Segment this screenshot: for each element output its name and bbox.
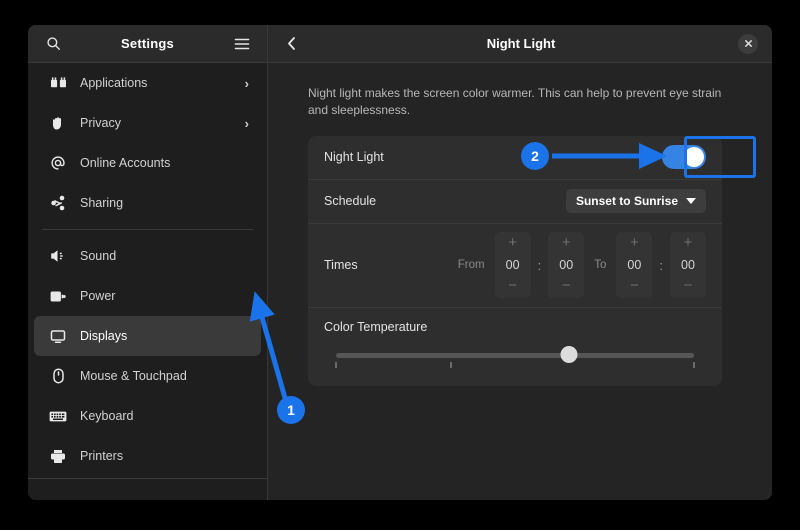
minus-icon[interactable]: −: [684, 278, 693, 295]
sidebar-footer: [28, 478, 267, 500]
content-pane: Night Light Night light makes the screen…: [268, 25, 772, 500]
sidebar-header: Settings: [28, 25, 267, 63]
annotation-badge-2: 2: [521, 142, 549, 170]
plus-icon[interactable]: +: [508, 235, 517, 252]
sidebar-title: Settings: [121, 36, 174, 51]
sidebar-item-label: Printers: [80, 449, 124, 463]
from-minutes-stepper[interactable]: + 00 −: [548, 232, 585, 299]
from-label: From: [457, 259, 485, 272]
settings-window: Settings Applications › Privacy › Online…: [28, 25, 772, 500]
from-hours-stepper[interactable]: + 00 −: [494, 232, 531, 299]
color-temperature-label: Color Temperature: [324, 319, 428, 334]
plus-icon[interactable]: +: [562, 235, 571, 252]
to-hours-value: 00: [627, 258, 642, 273]
minus-icon[interactable]: −: [508, 278, 517, 295]
printer-icon: [48, 446, 68, 466]
night-light-label: Night Light: [324, 150, 384, 165]
monitor-icon: [48, 326, 68, 346]
schedule-dropdown[interactable]: Sunset to Sunrise: [565, 189, 706, 214]
sidebar-item-label: Displays: [80, 329, 128, 343]
to-label: To: [594, 259, 607, 272]
minus-icon[interactable]: −: [630, 278, 639, 295]
chevron-down-icon: [686, 198, 696, 205]
speaker-icon: [48, 246, 68, 266]
sidebar-item-keyboard[interactable]: Keyboard: [34, 396, 261, 436]
times-controls: From + 00 − : + 00 − To + 00 −: + 00 −: [454, 232, 706, 299]
page-description: Night light makes the screen color warme…: [308, 86, 722, 118]
night-light-toggle[interactable]: [662, 145, 706, 170]
slider-tick: [449, 361, 452, 368]
keyboard-icon: [48, 406, 68, 426]
sidebar-item-label: Power: [80, 289, 116, 303]
share-nodes-icon: [48, 193, 68, 213]
at-sign-icon: [48, 153, 68, 173]
sidebar-item-sharing[interactable]: Sharing: [34, 183, 261, 223]
sidebar-item-label: Applications: [80, 76, 148, 90]
times-label: Times: [324, 258, 358, 273]
schedule-row: Schedule Sunset to Sunrise: [308, 180, 722, 224]
night-light-toggle-wrap: [662, 145, 706, 170]
close-icon[interactable]: [738, 33, 758, 54]
hamburger-menu-icon[interactable]: [231, 33, 253, 55]
search-icon[interactable]: [42, 33, 64, 55]
chevron-right-icon: ›: [244, 115, 249, 131]
hand-privacy-icon: [48, 113, 68, 133]
slider-tick: [693, 361, 695, 368]
toggle-knob: [684, 147, 704, 168]
night-light-row: Night Light: [308, 136, 722, 180]
to-minutes-stepper[interactable]: + 00 −: [670, 232, 706, 299]
from-minutes-value: 00: [559, 258, 574, 273]
sidebar-item-sound[interactable]: Sound: [34, 236, 261, 276]
night-light-settings-card: Night Light Schedule Sunset to Sunrise T…: [308, 135, 722, 386]
sidebar-item-removable-media[interactable]: Removable Media: [34, 476, 261, 478]
minus-icon[interactable]: −: [562, 278, 571, 295]
sidebar-item-applications[interactable]: Applications ›: [34, 63, 261, 103]
to-hours-stepper[interactable]: + 00 −: [616, 232, 653, 299]
slider-track: [336, 352, 694, 358]
screenshot-stage: Settings Applications › Privacy › Online…: [0, 0, 800, 530]
page-title: Night Light: [486, 36, 556, 51]
slider-thumb[interactable]: [560, 345, 578, 363]
sidebar-divider: [42, 229, 253, 230]
back-chevron-icon[interactable]: [278, 31, 304, 57]
sidebar-item-label: Mouse & Touchpad: [80, 369, 187, 383]
sidebar-item-label: Privacy: [80, 116, 121, 130]
sidebar-item-label: Online Accounts: [80, 156, 171, 170]
sidebar-item-label: Sound: [80, 249, 117, 263]
chevron-right-icon: ›: [244, 75, 249, 91]
annotation-badge-1: 1: [277, 396, 305, 424]
sidebar-item-power[interactable]: Power: [34, 276, 261, 316]
sidebar-nav-list: Applications › Privacy › Online Accounts…: [28, 63, 267, 478]
plus-icon[interactable]: +: [684, 235, 693, 252]
schedule-label: Schedule: [324, 194, 377, 209]
sidebar-item-privacy[interactable]: Privacy ›: [34, 103, 261, 143]
sidebar-item-online-accounts[interactable]: Online Accounts: [34, 143, 261, 183]
sidebar-item-label: Sharing: [80, 196, 124, 210]
time-separator: :: [659, 257, 663, 273]
battery-power-icon: [48, 286, 68, 306]
schedule-value: Sunset to Sunrise: [575, 194, 678, 209]
color-temperature-slider[interactable]: [335, 345, 695, 370]
content-body: Night light makes the screen color warme…: [268, 63, 772, 500]
sidebar-item-label: Keyboard: [80, 409, 134, 423]
applications-icon: [48, 73, 68, 93]
color-temperature-row: Color Temperature: [308, 308, 722, 386]
mouse-icon: [48, 366, 68, 386]
to-minutes-value: 00: [681, 258, 695, 273]
sidebar-item-printers[interactable]: Printers: [34, 436, 261, 476]
from-hours-value: 00: [505, 258, 520, 273]
sidebar-item-displays[interactable]: Displays: [34, 316, 261, 356]
plus-icon[interactable]: +: [630, 235, 639, 252]
sidebar: Settings Applications › Privacy › Online…: [28, 25, 268, 500]
sidebar-item-mouse-touchpad[interactable]: Mouse & Touchpad: [34, 356, 261, 396]
times-row: Times From + 00 − : + 00 − To + 00 −: +…: [308, 224, 722, 308]
time-separator: :: [537, 257, 542, 273]
content-header: Night Light: [268, 25, 772, 63]
slider-tick: [335, 361, 337, 368]
